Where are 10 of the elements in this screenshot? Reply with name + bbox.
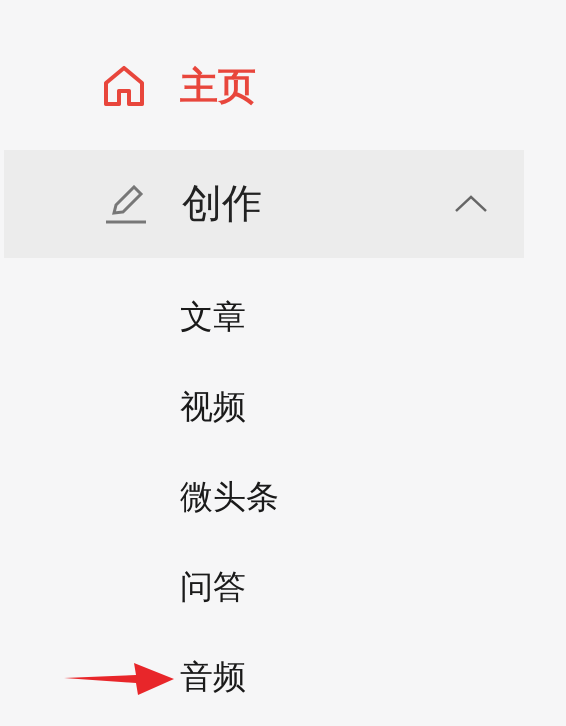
submenu-item[interactable]: 视频	[180, 382, 246, 432]
submenu-item[interactable]: 问答	[180, 562, 246, 612]
submenu-item[interactable]: 文章	[180, 292, 246, 342]
creation-menu-item[interactable]: 创作	[4, 150, 524, 258]
home-item[interactable]: 主页	[0, 46, 566, 126]
home-icon	[102, 65, 146, 107]
submenu-item[interactable]: 微头条	[180, 472, 279, 522]
submenu-item[interactable]: 音频	[180, 652, 246, 702]
pencil-icon	[104, 183, 148, 225]
chevron-icon	[454, 195, 488, 213]
